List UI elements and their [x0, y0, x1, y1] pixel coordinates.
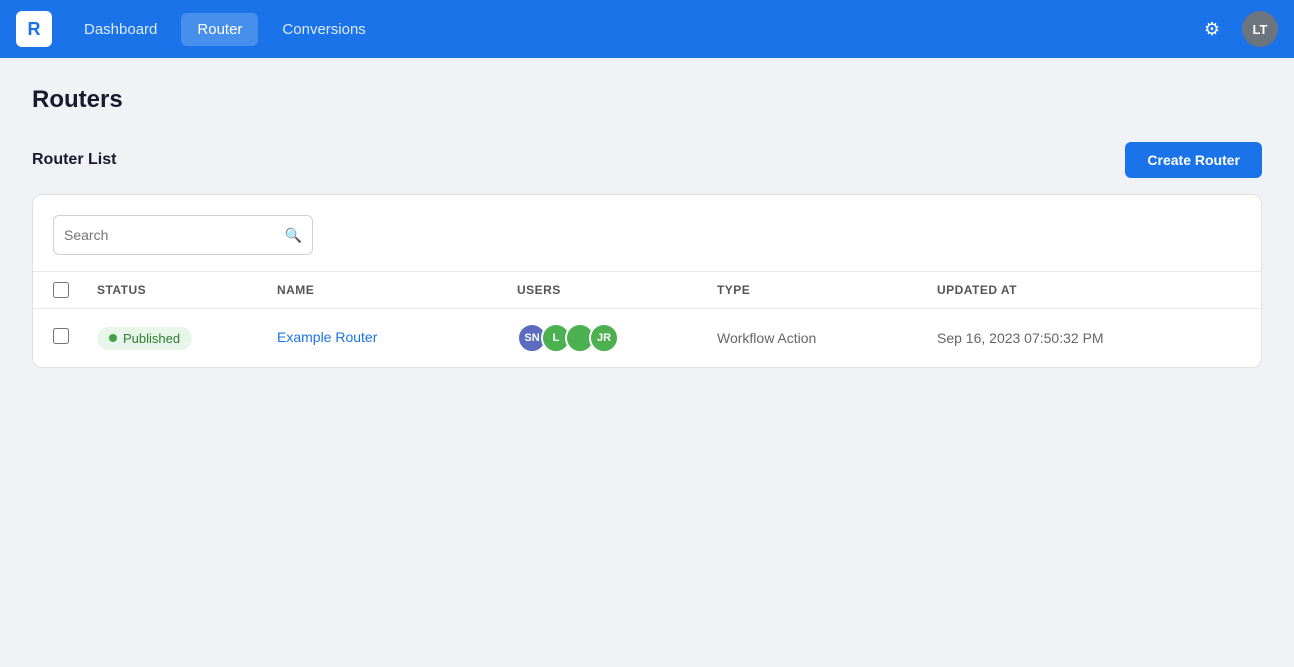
select-all-checkbox[interactable]	[53, 282, 69, 298]
header-name: NAME	[277, 282, 517, 298]
row-checkbox[interactable]	[53, 328, 69, 344]
users-cell: SNLJR	[517, 323, 717, 353]
header-checkbox-cell	[53, 282, 97, 298]
page-content: Routers Router List Create Router 🔍 STAT…	[0, 58, 1294, 396]
settings-icon[interactable]: ⚙	[1194, 11, 1230, 47]
header-users: USERS	[517, 282, 717, 298]
nav-router[interactable]: Router	[181, 13, 258, 46]
section-header: Router List Create Router	[32, 142, 1262, 178]
search-bar-wrap: 🔍	[33, 195, 1261, 271]
name-cell: Example Router	[277, 329, 517, 347]
updated-at-cell: Sep 16, 2023 07:50:32 PM	[937, 330, 1241, 346]
nav-conversions[interactable]: Conversions	[266, 13, 381, 46]
page-title: Routers	[32, 86, 1262, 114]
app-logo: R	[16, 11, 52, 47]
router-name-link[interactable]: Example Router	[277, 329, 377, 345]
status-dot	[109, 334, 117, 342]
navbar: R Dashboard Router Conversions ⚙ LT	[0, 0, 1294, 58]
nav-dashboard[interactable]: Dashboard	[68, 13, 173, 46]
status-cell: Published	[97, 327, 277, 350]
header-updated-at: UPDATED AT	[937, 282, 1241, 298]
search-input-wrap: 🔍	[53, 215, 313, 255]
status-badge: Published	[97, 327, 192, 350]
header-status: STATUS	[97, 282, 277, 298]
type-cell: Workflow Action	[717, 330, 937, 346]
create-router-button[interactable]: Create Router	[1125, 142, 1262, 178]
table-row: Published Example Router SNLJRWorkflow Act…	[33, 309, 1261, 367]
user-avatar[interactable]: LT	[1242, 11, 1278, 47]
search-icon: 🔍	[285, 227, 302, 244]
header-type: TYPE	[717, 282, 937, 298]
search-input[interactable]	[64, 227, 285, 243]
user-avatar-3: JR	[589, 323, 619, 353]
table-body: Published Example Router SNLJRWorkflow Act…	[33, 309, 1261, 367]
row-checkbox-cell	[53, 328, 97, 349]
section-title: Router List	[32, 151, 116, 169]
router-list-card: 🔍 STATUS NAME USERS TYPE UPDATED AT Publ…	[32, 194, 1262, 368]
table-header-row: STATUS NAME USERS TYPE UPDATED AT	[33, 272, 1261, 309]
